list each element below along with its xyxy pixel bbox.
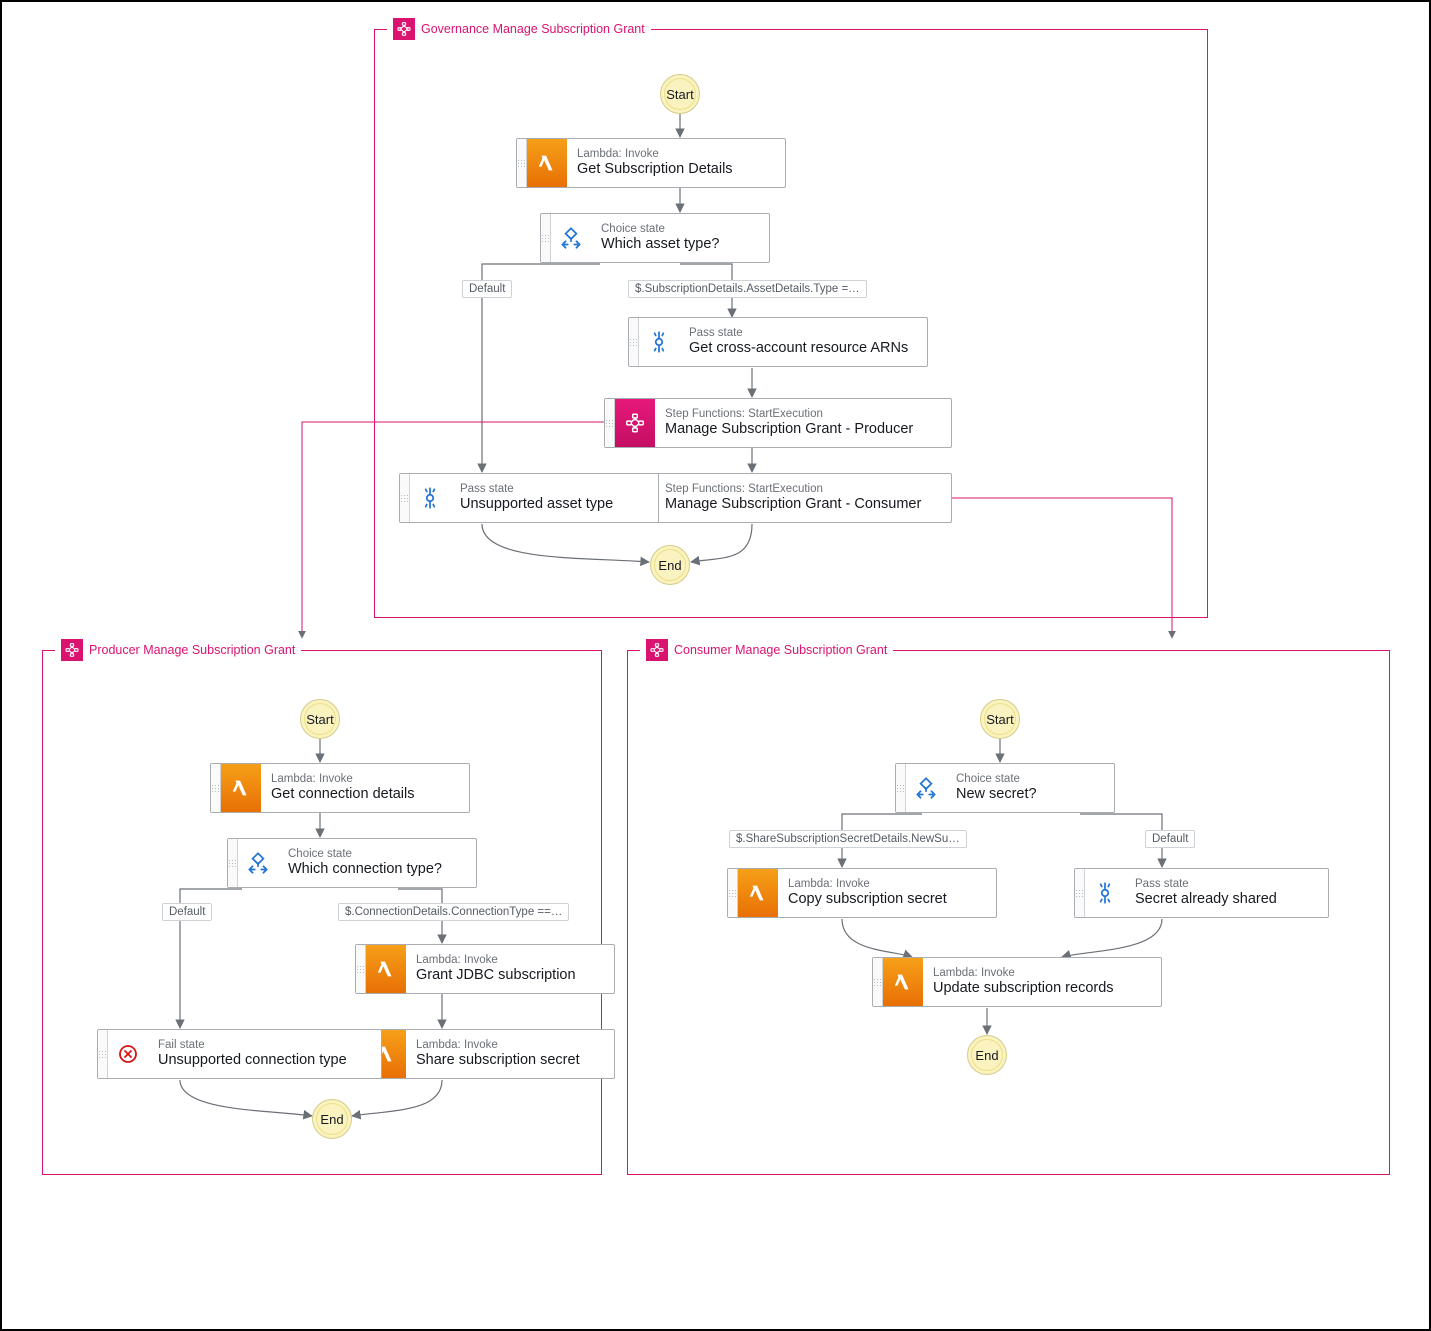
update-subscription-records-node[interactable]: Lambda: Invoke Update subscription recor… [872,957,1162,1007]
which-connection-type-choice[interactable]: Choice state Which connection type? [227,838,477,888]
drag-handle[interactable] [728,869,738,917]
connection-type-condition-label: $.ConnectionDetails.ConnectionType ==… [338,903,569,921]
drag-handle[interactable] [400,474,410,522]
drag-handle[interactable] [896,764,906,812]
asset-type-condition-label: $.SubscriptionDetails.AssetDetails.Type … [628,280,867,298]
consumer-start-terminal: Start [980,699,1020,739]
state-type-label: Step Functions: StartExecution [665,483,921,496]
get-connection-details-node[interactable]: Lambda: Invoke Get connection details [210,763,470,813]
producer-start-terminal: Start [300,699,340,739]
state-type-label: Step Functions: StartExecution [665,408,913,421]
choice-icon [551,214,591,262]
pass-icon [639,318,679,366]
governance-panel-title: Governance Manage Subscription Grant [387,18,651,40]
state-type-label: Lambda: Invoke [416,954,576,967]
lambda-icon [221,764,261,812]
secret-already-shared-node[interactable]: Pass state Secret already shared [1074,868,1329,918]
manage-grant-producer-node[interactable]: Step Functions: StartExecution Manage Su… [604,398,952,448]
grant-jdbc-subscription-node[interactable]: Lambda: Invoke Grant JDBC subscription [355,944,615,994]
state-title: Secret already shared [1135,890,1277,908]
lambda-icon [883,958,923,1006]
state-title: Unsupported asset type [460,495,613,513]
state-title: Manage Subscription Grant - Producer [665,420,913,438]
drag-handle[interactable] [873,958,883,1006]
state-type-label: Choice state [288,848,442,861]
new-secret-choice[interactable]: Choice state New secret? [895,763,1115,813]
producer-panel-title: Producer Manage Subscription Grant [55,639,301,661]
state-title: Which asset type? [601,235,719,253]
pass-icon [410,474,450,522]
lambda-icon [366,945,406,993]
default-edge-label: Default [162,903,212,921]
drag-handle[interactable] [98,1030,108,1078]
consumer-end-terminal: End [967,1035,1007,1075]
state-type-label: Lambda: Invoke [788,878,947,891]
unsupported-connection-type-node[interactable]: Fail state Unsupported connection type [97,1029,382,1079]
step-functions-icon [615,399,655,447]
choice-icon [906,764,946,812]
step-functions-icon [646,639,668,661]
drag-handle[interactable] [629,318,639,366]
get-subscription-details-node[interactable]: Lambda: Invoke Get Subscription Details [516,138,786,188]
state-title: Get connection details [271,785,414,803]
state-title: Update subscription records [933,979,1114,997]
state-type-label: Lambda: Invoke [271,773,414,786]
state-type-label: Lambda: Invoke [416,1039,580,1052]
copy-subscription-secret-node[interactable]: Lambda: Invoke Copy subscription secret [727,868,997,918]
state-type-label: Pass state [689,327,908,340]
state-title: Which connection type? [288,860,442,878]
default-edge-label: Default [1145,830,1195,848]
state-type-label: Pass state [460,483,613,496]
pass-icon [1085,869,1125,917]
state-title: Grant JDBC subscription [416,966,576,984]
drag-handle[interactable] [517,139,527,187]
state-title: Copy subscription secret [788,890,947,908]
share-subscription-secret-node[interactable]: Lambda: Invoke Share subscription secret [355,1029,615,1079]
step-functions-icon [393,18,415,40]
diagram-canvas: Governance Manage Subscription Grant Sta… [0,0,1431,1331]
drag-handle[interactable] [356,945,366,993]
producer-end-terminal: End [312,1099,352,1139]
state-type-label: Pass state [1135,878,1277,891]
drag-handle[interactable] [1075,869,1085,917]
state-type-label: Choice state [956,773,1037,786]
state-type-label: Fail state [158,1039,347,1052]
drag-handle[interactable] [605,399,615,447]
step-functions-icon [61,639,83,661]
state-title: New secret? [956,785,1037,803]
state-title: Get Subscription Details [577,160,733,178]
unsupported-asset-type-node[interactable]: Pass state Unsupported asset type [399,473,659,523]
consumer-panel-title: Consumer Manage Subscription Grant [640,639,893,661]
state-type-label: Lambda: Invoke [577,148,733,161]
fail-icon [108,1030,148,1078]
state-title: Get cross-account resource ARNs [689,339,908,357]
lambda-icon [738,869,778,917]
state-title: Manage Subscription Grant - Consumer [665,495,921,513]
drag-handle[interactable] [211,764,221,812]
which-asset-type-choice[interactable]: Choice state Which asset type? [540,213,770,263]
state-title: Share subscription secret [416,1051,580,1069]
new-secret-condition-label: $.ShareSubscriptionSecretDetails.NewSu… [729,830,967,848]
lambda-icon [527,139,567,187]
governance-start-terminal: Start [660,74,700,114]
state-type-label: Choice state [601,223,719,236]
governance-end-terminal: End [650,545,690,585]
drag-handle[interactable] [541,214,551,262]
get-cross-account-arns-node[interactable]: Pass state Get cross-account resource AR… [628,317,928,367]
default-edge-label: Default [462,280,512,298]
drag-handle[interactable] [228,839,238,887]
state-type-label: Lambda: Invoke [933,967,1114,980]
state-title: Unsupported connection type [158,1051,347,1069]
choice-icon [238,839,278,887]
